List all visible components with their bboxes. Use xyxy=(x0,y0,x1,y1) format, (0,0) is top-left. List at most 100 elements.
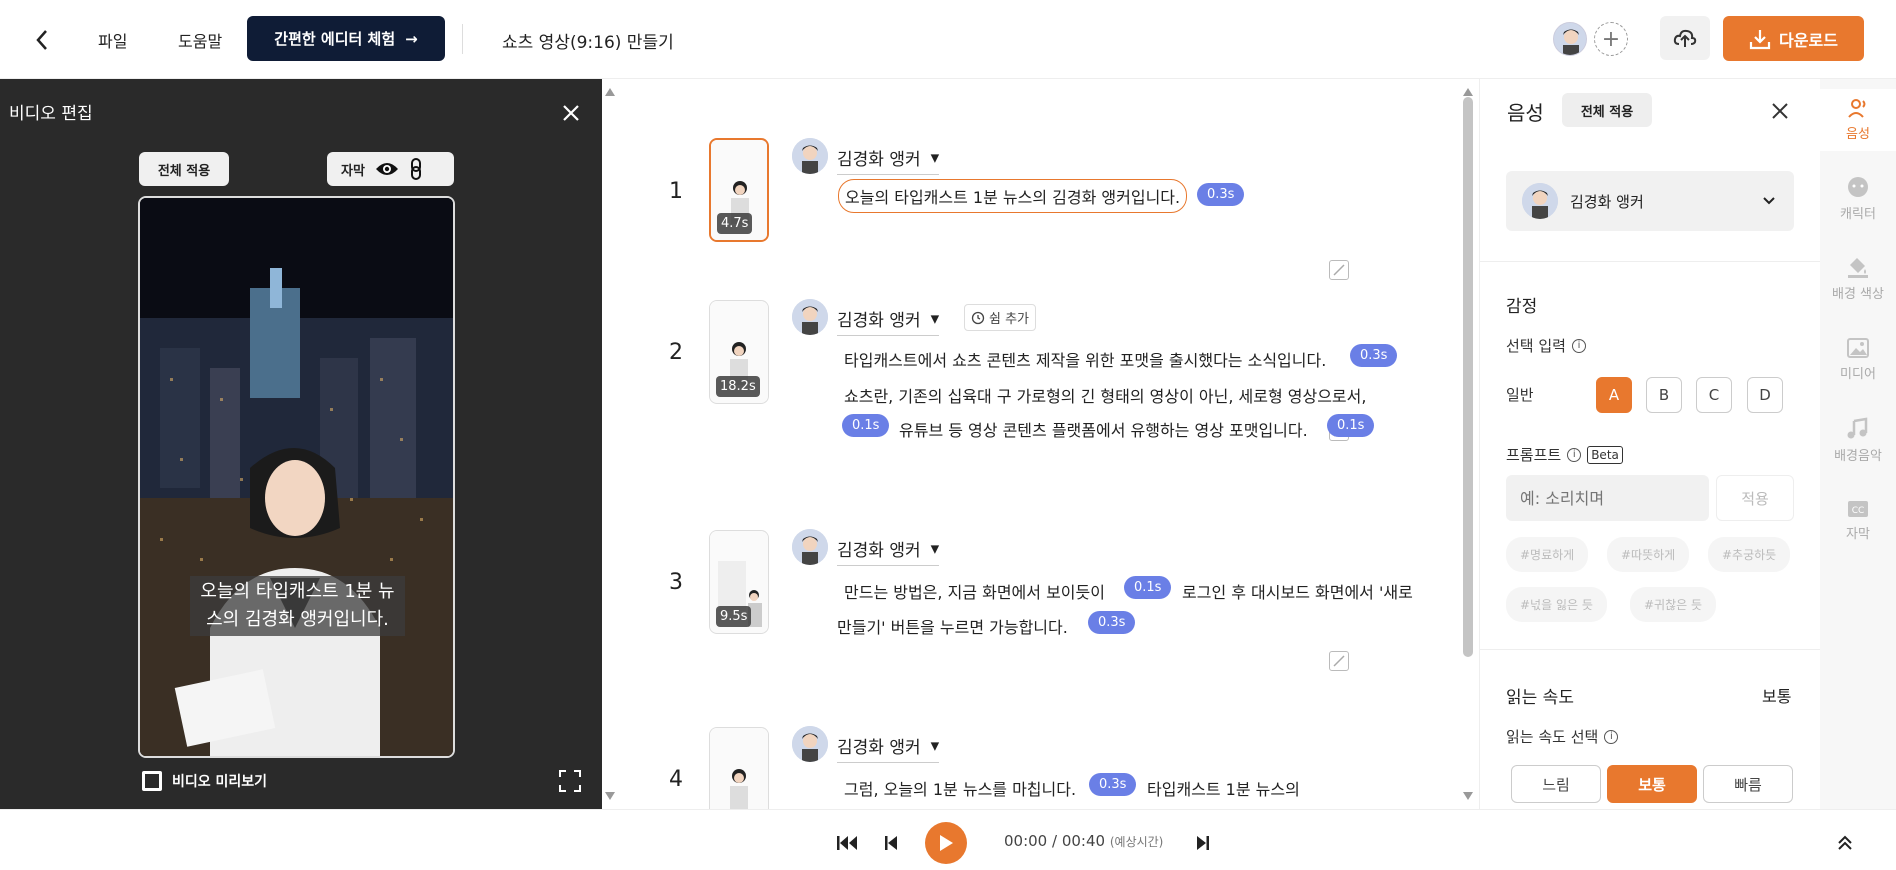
back-button[interactable] xyxy=(22,20,62,60)
prompt-tag[interactable]: #넋을 잃은 듯 xyxy=(1506,587,1607,622)
pause-pill[interactable]: 0.3s xyxy=(1089,773,1137,796)
script-line[interactable]: 타입캐스트 1분 뉴스의 xyxy=(1147,776,1300,800)
speaker-avatar[interactable] xyxy=(792,138,828,174)
prompt-input[interactable] xyxy=(1506,475,1709,521)
face-icon xyxy=(1848,177,1868,197)
download-label: 다운로드 xyxy=(1779,30,1838,50)
rail-bgm-label: 배경음악 xyxy=(1834,449,1882,464)
download-button[interactable]: 다운로드 xyxy=(1723,16,1864,61)
try-simple-editor-button[interactable]: 간편한 에디터 체험 → xyxy=(247,16,445,61)
chevron-down-icon xyxy=(1763,197,1775,205)
scroll-down-icon[interactable] xyxy=(1462,791,1474,801)
side-rail: 음성 캐릭터 배경 색상 미디어 배경음악 CC 자막 xyxy=(1820,79,1896,809)
split-scene-icon[interactable] xyxy=(1329,651,1349,671)
pause-pill[interactable]: 0.3s xyxy=(1197,183,1245,206)
add-pause-button[interactable]: 쉼 추가 xyxy=(964,304,1037,331)
script-line[interactable]: 만들기' 버튼을 누르면 가능합니다. xyxy=(837,614,1068,638)
script-line[interactable]: 그럼, 오늘의 1분 뉴스를 마칩니다. xyxy=(844,776,1076,800)
rail-character-label: 캐릭터 xyxy=(1840,207,1876,222)
scroll-down-icon[interactable] xyxy=(604,791,616,801)
speed-fast-button[interactable]: 빠름 xyxy=(1703,765,1793,803)
apply-all-button[interactable]: 전체 적용 xyxy=(1562,93,1652,127)
prompt-label: 프롬프트 i Beta xyxy=(1506,444,1623,465)
fullscreen-button[interactable] xyxy=(558,769,582,793)
scene-duration: 9.5s xyxy=(716,606,752,627)
skip-to-start-button[interactable] xyxy=(834,830,860,856)
info-icon[interactable]: i xyxy=(1571,338,1586,353)
row-number: 4 xyxy=(669,767,683,792)
eye-icon[interactable] xyxy=(375,161,399,177)
speaker-avatar[interactable] xyxy=(792,529,828,565)
script-line[interactable]: 오늘의 타입캐스트 1분 뉴스의 김경화 앵커입니다. xyxy=(838,179,1188,213)
play-icon xyxy=(940,835,953,851)
scrollbar[interactable] xyxy=(1463,97,1473,657)
scroll-up-icon[interactable] xyxy=(1462,87,1474,97)
split-scene-icon[interactable] xyxy=(1329,260,1349,280)
scene-thumbnail[interactable]: 4.7s xyxy=(709,138,769,242)
speed-slow-button[interactable]: 느림 xyxy=(1511,765,1601,803)
script-line[interactable]: 로그인 후 대시보드 화면에서 '새로 xyxy=(1182,579,1413,603)
scene-thumbnail[interactable] xyxy=(709,727,769,809)
script-line[interactable]: 유튜브 등 영상 콘텐츠 플랫폼에서 유행하는 영상 포맷입니다. xyxy=(899,417,1308,441)
subtitle-toggle[interactable]: 자막 xyxy=(327,152,454,186)
next-button[interactable] xyxy=(1190,830,1216,856)
scene-thumbnail[interactable]: 9.5s xyxy=(709,530,769,634)
prompt-tag[interactable]: #귀찮은 듯 xyxy=(1630,587,1717,622)
rail-voice[interactable]: 음성 xyxy=(1820,89,1896,151)
prompt-apply-button[interactable]: 적용 xyxy=(1716,475,1794,521)
close-icon xyxy=(563,105,579,121)
speaker-dropdown[interactable]: 김경화 앵커 ▾ xyxy=(837,536,940,566)
pause-pill[interactable]: 0.3s xyxy=(1088,611,1136,634)
emotion-option-b[interactable]: B xyxy=(1646,377,1682,413)
rail-media[interactable]: 미디어 xyxy=(1820,337,1896,382)
info-icon[interactable]: i xyxy=(1604,729,1619,744)
apply-all-button[interactable]: 전체 적용 xyxy=(139,152,229,186)
pause-pill[interactable]: 0.3s xyxy=(1350,344,1398,367)
speaker-avatar[interactable] xyxy=(792,726,828,762)
scroll-up-icon[interactable] xyxy=(604,87,616,97)
voice-selector[interactable]: 김경화 앵커 xyxy=(1506,171,1794,231)
film-icon xyxy=(142,771,162,791)
play-button[interactable] xyxy=(925,822,967,864)
emotion-option-d[interactable]: D xyxy=(1747,377,1783,413)
rail-background-color[interactable]: 배경 색상 xyxy=(1820,255,1896,302)
rail-character[interactable]: 캐릭터 xyxy=(1820,175,1896,222)
script-line[interactable]: 만드는 방법은, 지금 화면에서 보이듯이 xyxy=(844,579,1105,603)
script-line[interactable]: 타입캐스트에서 쇼츠 콘텐츠 제작을 위한 포맷을 출시했다는 소식입니다. xyxy=(844,347,1326,371)
speaker-avatar[interactable] xyxy=(792,299,828,335)
avatar[interactable] xyxy=(1553,22,1587,56)
link-icon[interactable] xyxy=(409,158,423,180)
speaker-dropdown[interactable]: 김경화 앵커 ▾ xyxy=(837,306,940,336)
menu-help[interactable]: 도움말 xyxy=(178,28,222,52)
scene-thumbnail[interactable]: 18.2s xyxy=(709,300,769,404)
try-editor-label: 간편한 에디터 체험 xyxy=(274,30,396,48)
prompt-tag[interactable]: #따뜻하게 xyxy=(1607,537,1690,572)
speaker-name: 김경화 앵커 xyxy=(837,150,921,170)
speed-normal-button[interactable]: 보통 xyxy=(1607,765,1697,803)
reading-speed-title: 읽는 속도 xyxy=(1506,688,1574,708)
prompt-tag[interactable]: #추궁하듯 xyxy=(1708,537,1791,572)
video-preview-button[interactable]: 비디오 미리보기 xyxy=(140,769,267,793)
menu-file[interactable]: 파일 xyxy=(98,28,127,52)
prompt-tag[interactable]: #명료하게 xyxy=(1506,537,1589,572)
script-editor: 1 4.7s 김경화 앵커 ▾ 오늘의 타입캐스트 1분 뉴스의 김경화 앵커입… xyxy=(602,79,1479,809)
speaker-dropdown[interactable]: 김경화 앵커 ▾ xyxy=(837,145,940,175)
rail-subtitle[interactable]: CC 자막 xyxy=(1820,499,1896,542)
document-title[interactable]: 쇼츠 영상(9:16) 만들기 xyxy=(502,28,674,53)
close-voice-panel-button[interactable] xyxy=(1768,99,1792,123)
pause-pill[interactable]: 0.1s xyxy=(1124,576,1172,599)
speaker-dropdown[interactable]: 김경화 앵커 ▾ xyxy=(837,733,940,763)
close-video-panel-button[interactable] xyxy=(557,99,585,127)
add-collaborator-button[interactable]: + xyxy=(1594,22,1628,56)
pause-pill[interactable]: 0.1s xyxy=(842,414,890,437)
info-icon[interactable]: i xyxy=(1567,447,1582,462)
video-preview[interactable]: 오늘의 타입캐스트 1분 뉴스의 김경화 앵커입니다. xyxy=(138,196,455,758)
emotion-option-a[interactable]: A xyxy=(1596,377,1632,413)
previous-button[interactable] xyxy=(878,830,904,856)
expand-panel-button[interactable] xyxy=(1832,830,1858,856)
emotion-option-c[interactable]: C xyxy=(1696,377,1732,413)
rail-bgm[interactable]: 배경음악 xyxy=(1820,417,1896,464)
script-line[interactable]: 쇼츠란, 기존의 십육대 구 가로형의 긴 형태의 영상이 아닌, 세로형 영상… xyxy=(844,383,1366,407)
pause-pill[interactable]: 0.1s xyxy=(1327,414,1375,437)
upload-button[interactable] xyxy=(1660,16,1710,60)
